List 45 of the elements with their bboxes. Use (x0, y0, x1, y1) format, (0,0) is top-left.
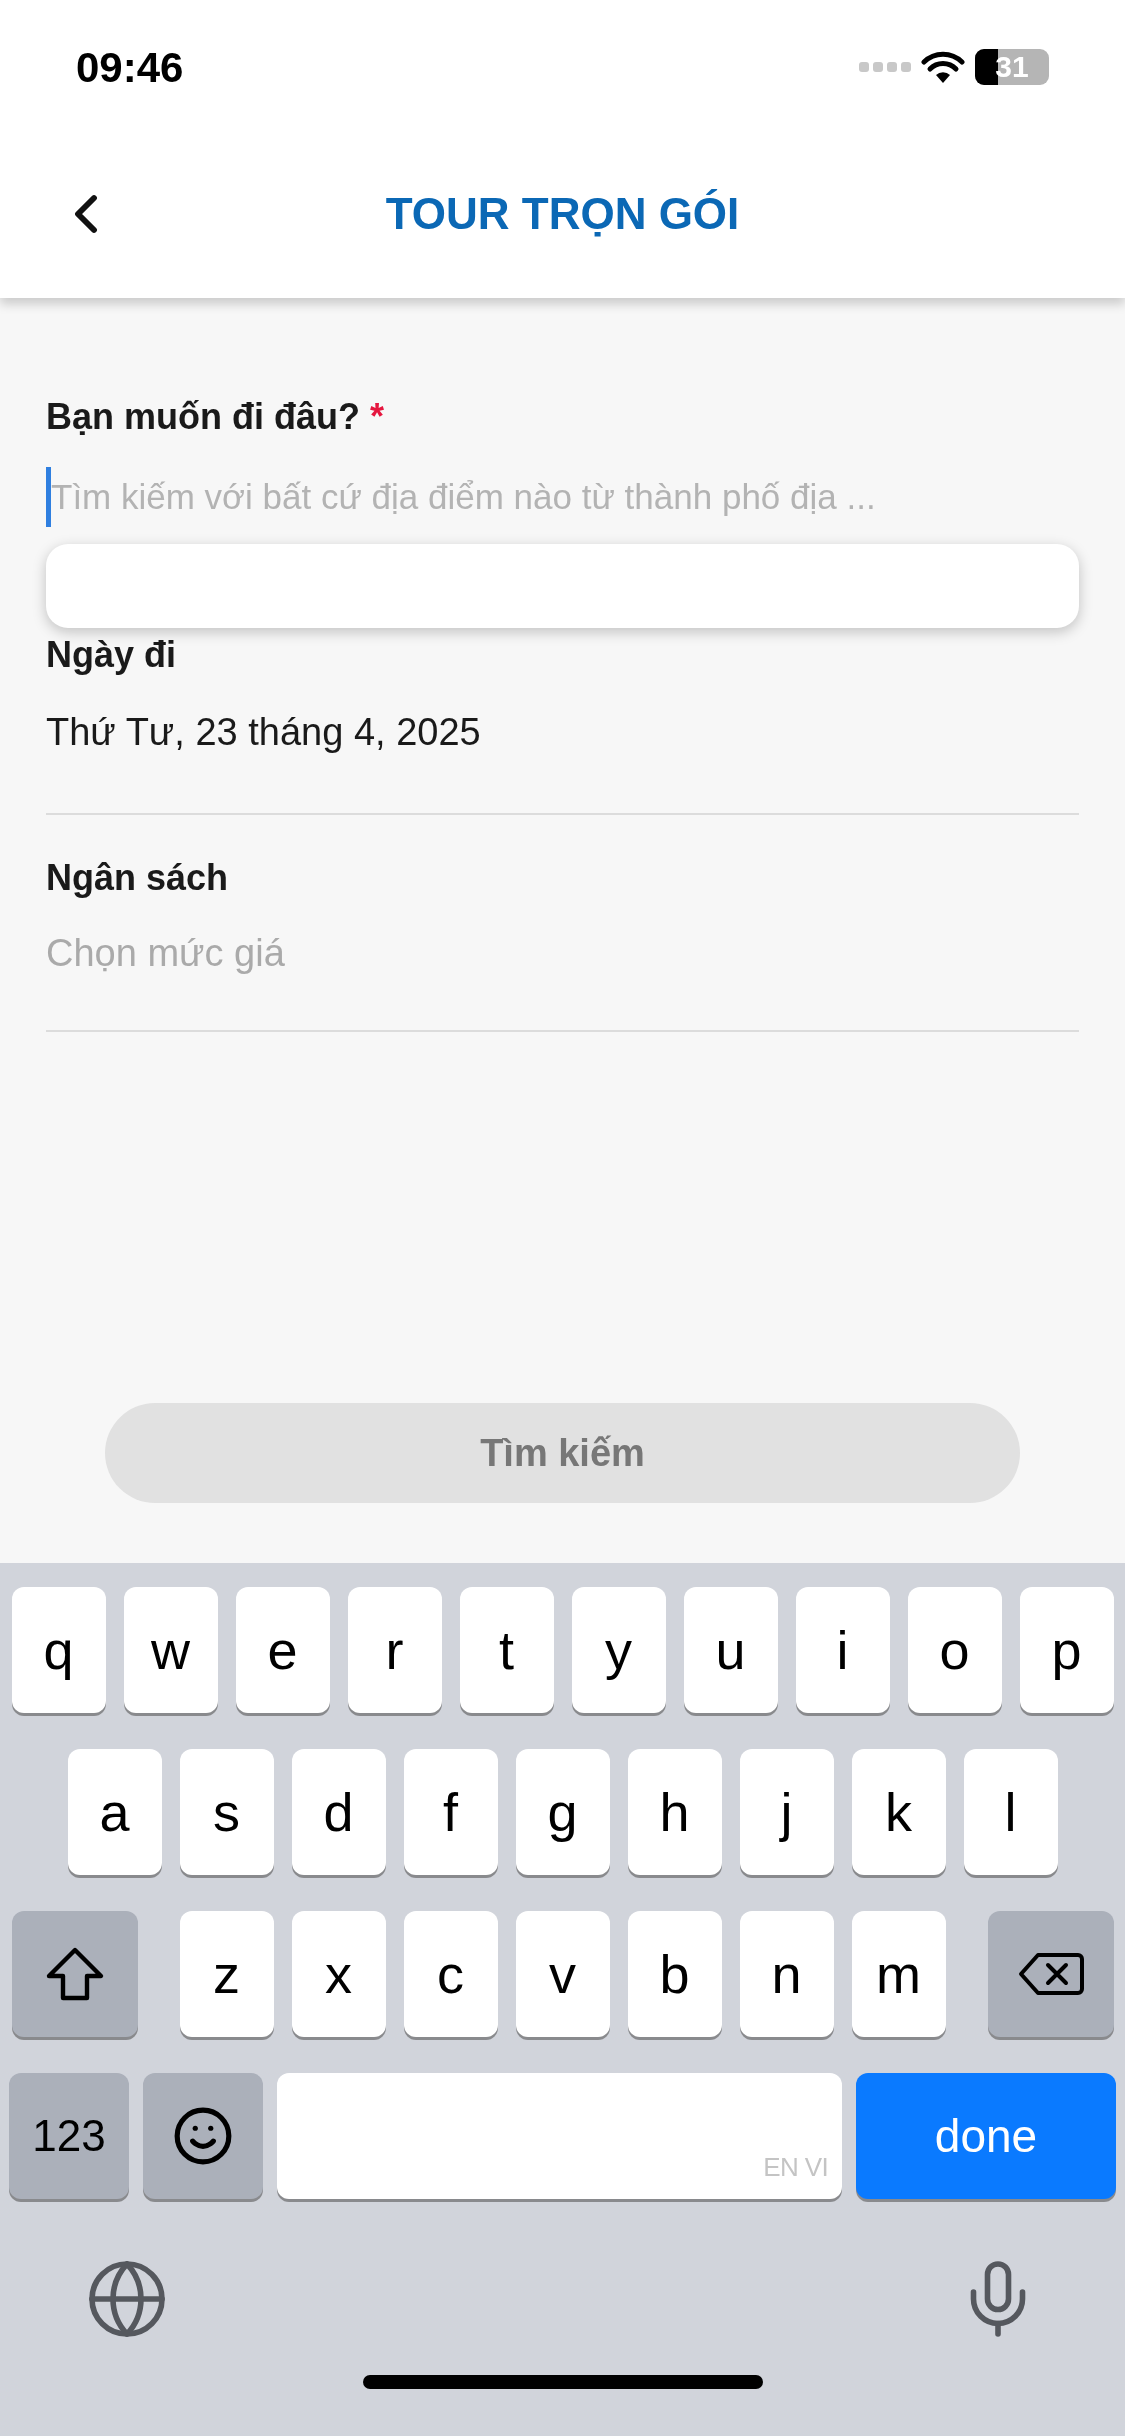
keyboard-key[interactable]: m (851, 1911, 946, 2037)
keyboard-key[interactable]: d (291, 1749, 386, 1875)
destination-input[interactable]: Tìm kiếm với bất cứ địa điểm nào từ thành phố địa ... (46, 467, 1079, 527)
keyboard-key[interactable]: z (179, 1911, 274, 2037)
keyboard-key[interactable]: x (291, 1911, 386, 2037)
keyboard-key[interactable]: g (515, 1749, 610, 1875)
keyboard-key[interactable]: b (627, 1911, 722, 2037)
required-mark: * (370, 395, 384, 439)
keyboard-key[interactable]: u (683, 1587, 778, 1713)
keyboard-key[interactable]: l (963, 1749, 1058, 1875)
backspace-icon (1017, 1951, 1084, 1997)
numbers-key[interactable]: 123 (9, 2073, 129, 2199)
wifi-icon (921, 50, 965, 84)
keyboard-key[interactable]: n (739, 1911, 834, 2037)
done-key[interactable]: done (856, 2073, 1116, 2199)
page-title: TOUR TRỌN GÓI (385, 188, 740, 240)
shift-key[interactable] (11, 1911, 138, 2037)
keyboard-key[interactable]: e (235, 1587, 330, 1713)
keyboard-key[interactable]: r (347, 1587, 442, 1713)
status-time: 09:46 (76, 42, 184, 93)
keyboard-key[interactable]: a (67, 1749, 162, 1875)
keyboard-key[interactable]: q (11, 1587, 106, 1713)
keyboard-key[interactable]: t (459, 1587, 554, 1713)
keyboard-key[interactable]: i (795, 1587, 890, 1713)
keyboard-key[interactable]: j (739, 1749, 834, 1875)
keyboard-key[interactable]: s (179, 1749, 274, 1875)
keyboard-key[interactable]: v (515, 1911, 610, 2037)
field-label: Ngày đi (46, 633, 178, 677)
field-label: Ngân sách (46, 856, 230, 900)
language-label: EN VI (763, 2151, 828, 2184)
keyboard-key[interactable]: h (627, 1749, 722, 1875)
cell-signal-icon (859, 60, 911, 74)
smiley-icon (172, 2105, 234, 2167)
date-value[interactable]: Thứ Tư, 23 tháng 4, 2025 (46, 704, 1079, 761)
keyboard-key[interactable]: k (851, 1749, 946, 1875)
keyboard-key[interactable]: y (571, 1587, 666, 1713)
keyboard-key[interactable]: o (907, 1587, 1002, 1713)
keyboard-key[interactable]: w (123, 1587, 218, 1713)
delete-key[interactable] (987, 1911, 1114, 2037)
emoji-key[interactable] (143, 2073, 263, 2199)
field-label: Bạn muốn đi đâu? (46, 395, 360, 439)
keyboard-key[interactable]: p (1019, 1587, 1114, 1713)
keyboard-key[interactable]: c (403, 1911, 498, 2037)
keyboard-key[interactable]: f (403, 1749, 498, 1875)
shift-arrow-icon (44, 1946, 105, 2002)
